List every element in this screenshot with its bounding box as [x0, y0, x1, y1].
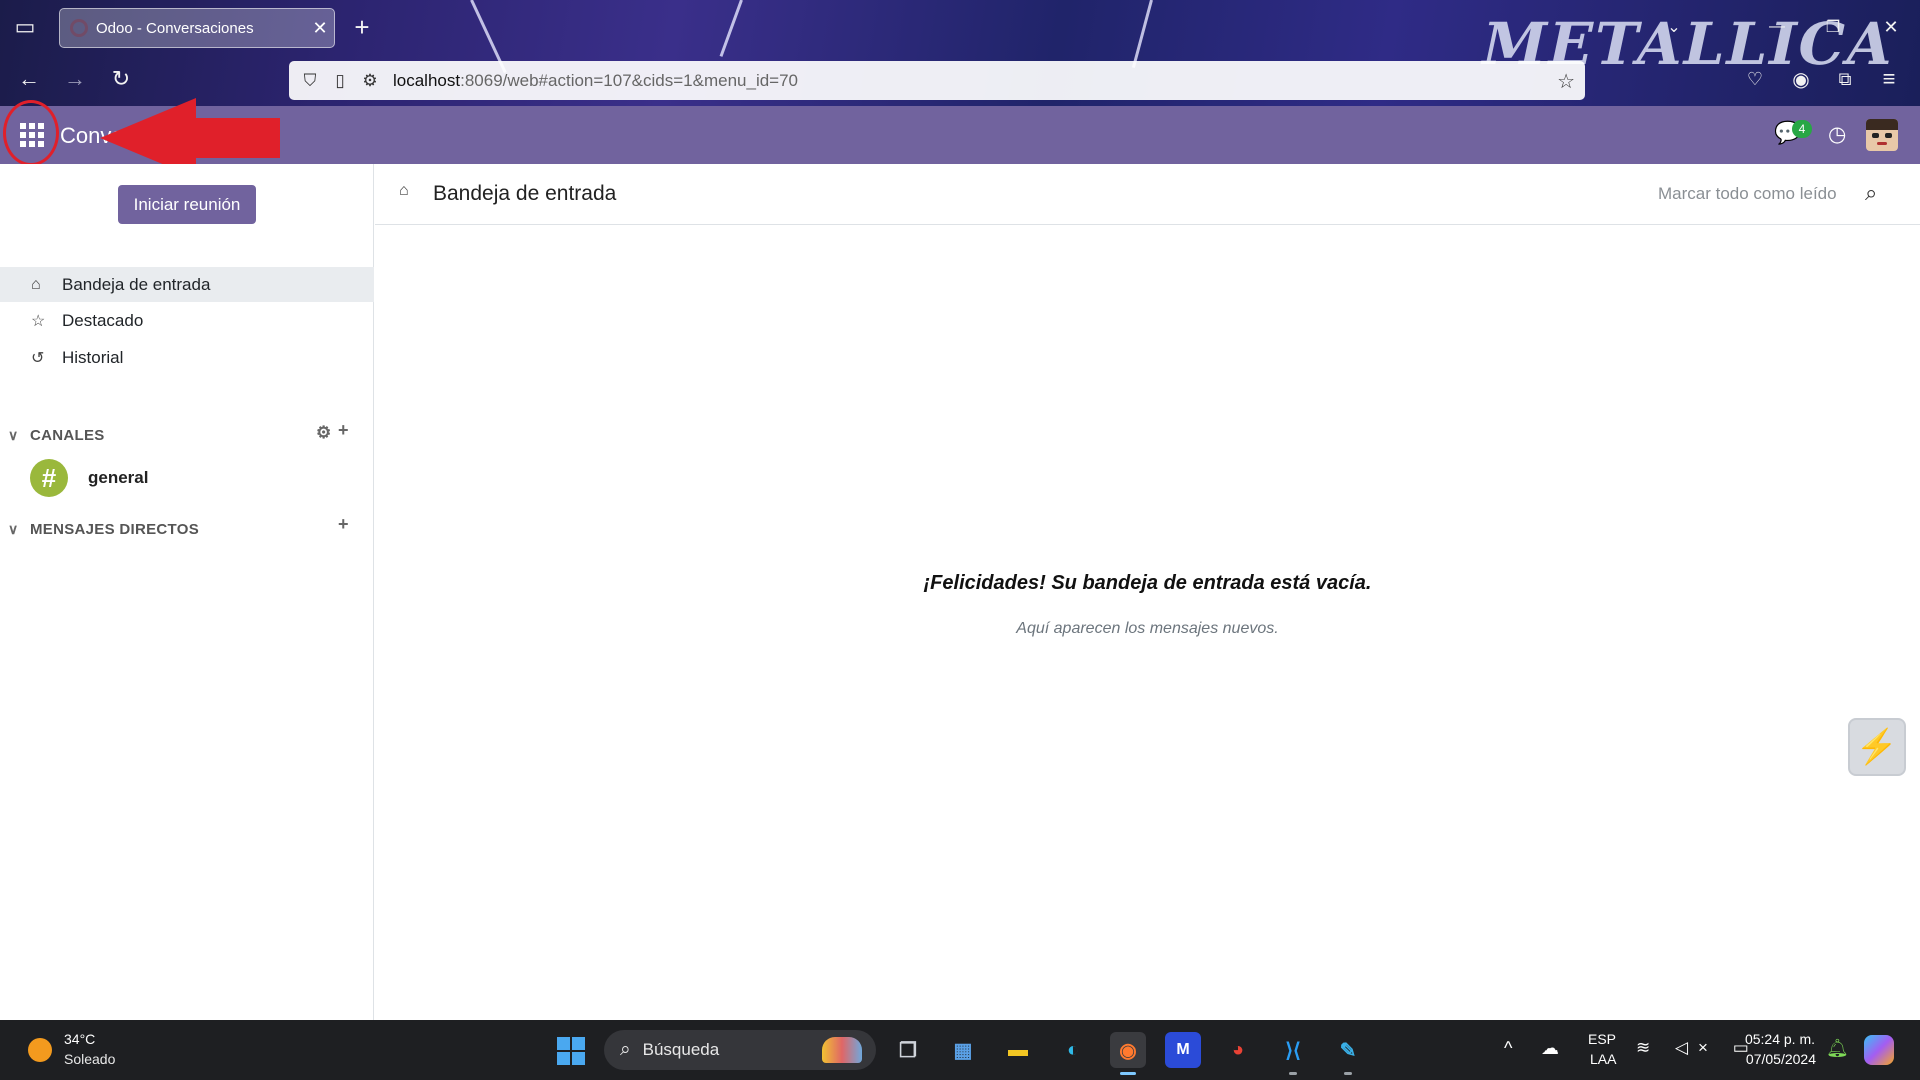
minimize-button[interactable]: — [1762, 12, 1792, 42]
mark-all-read-button[interactable]: Marcar todo como leído [1658, 184, 1837, 204]
add-direct-message-icon[interactable]: + [338, 514, 349, 535]
running-app-indicator [1344, 1072, 1352, 1075]
channel-item-general[interactable]: # general [0, 457, 374, 499]
account-icon[interactable]: ◉ [1786, 64, 1816, 94]
browser-chrome: METALLICA ▭ Odoo - Conversaciones ✕ + ⌄ … [0, 0, 1920, 106]
chrome-icon[interactable]: ◕ [1220, 1032, 1256, 1068]
search-highlight-image [822, 1037, 862, 1063]
odoo-navbar: Conve [0, 106, 1920, 164]
pocket-icon[interactable]: ♡ [1740, 64, 1770, 94]
discuss-sidebar: Iniciar reunión ⌂ Bandeja de entrada ☆ D… [0, 164, 374, 1020]
address-bar[interactable]: ⛉ ▯ ⚙ localhost:8069/web#action=107&cids… [289, 61, 1585, 100]
page-title: Bandeja de entrada [433, 182, 617, 205]
back-button[interactable]: ← [14, 64, 44, 94]
channel-name: general [88, 468, 149, 487]
channel-avatar: # [30, 459, 68, 497]
odoo-favicon-icon [70, 19, 88, 37]
tab-title: Odoo - Conversaciones [96, 19, 254, 37]
vscode-icon[interactable]: ⟩⟨ [1275, 1032, 1311, 1068]
onedrive-icon[interactable]: ☁ [1541, 1038, 1559, 1059]
sidebar-item-history[interactable]: ↺ Historial [0, 340, 374, 375]
tab-close-icon[interactable]: ✕ [306, 18, 334, 39]
clock-time[interactable]: 05:24 p. m. [1741, 1031, 1815, 1047]
direct-messages-category[interactable]: ∨ MENSAJES DIRECTOS [0, 516, 374, 542]
weather-description[interactable]: Soleado [64, 1051, 115, 1067]
notification-badge: 4 [1792, 120, 1812, 138]
chevron-down-icon: ∨ [8, 520, 19, 537]
discuss-main: ⌂ Bandeja de entrada Marcar todo como le… [375, 164, 1920, 1020]
search-icon: ⌕ [620, 1039, 631, 1060]
forward-button[interactable]: → [60, 64, 90, 94]
clock-date[interactable]: 07/05/2024 [1736, 1051, 1816, 1067]
running-app-indicator [1289, 1072, 1297, 1075]
url-path: :8069/web#action=107&cids=1&menu_id=70 [460, 70, 799, 90]
store-icon[interactable]: ▦ [945, 1032, 981, 1068]
close-window-button[interactable]: ✕ [1876, 12, 1906, 42]
inbox-icon: ⌂ [399, 182, 409, 199]
paint-app-icon[interactable]: ✎ [1330, 1032, 1366, 1068]
notification-bell-icon[interactable]: 🔔︎ [1826, 1038, 1849, 1059]
sidebar-item-starred[interactable]: ☆ Destacado [0, 303, 374, 338]
empty-inbox-title: ¡Felicidades! Su bandeja de entrada está… [923, 572, 1372, 594]
taskbar-search[interactable]: ⌕ Búsqueda [604, 1030, 876, 1070]
search-icon[interactable]: ⌕ [1865, 180, 1877, 206]
language-indicator[interactable]: ESP [1588, 1031, 1616, 1047]
keyboard-layout-indicator[interactable]: LAA [1590, 1051, 1616, 1067]
direct-messages-header: MENSAJES DIRECTOS [30, 520, 200, 538]
start-button[interactable] [557, 1037, 585, 1065]
start-meeting-button[interactable]: Iniciar reunión [118, 185, 256, 224]
weather-sun-icon[interactable] [28, 1038, 52, 1062]
sidebar-item-label: Bandeja de entrada [62, 274, 211, 294]
channel-settings-icon[interactable]: ⚙ [316, 423, 331, 443]
chevron-down-icon: ∨ [8, 426, 19, 443]
annotation-circle [3, 100, 59, 166]
sidebar-item-inbox[interactable]: ⌂ Bandeja de entrada [0, 267, 374, 302]
thread-header: ⌂ Bandeja de entrada Marcar todo como le… [375, 164, 1920, 225]
weather-temperature[interactable]: 34°C [64, 1031, 95, 1047]
history-icon: ↺ [31, 349, 45, 367]
bookmark-star-icon[interactable]: ☆ [1557, 69, 1575, 94]
page-icon[interactable]: ▯ [325, 71, 355, 91]
shield-icon[interactable]: ⛉ [295, 71, 325, 91]
user-avatar[interactable] [1866, 119, 1898, 151]
activity-clock-icon[interactable]: ◷ [1828, 122, 1846, 147]
task-view-icon[interactable]: ❐ [890, 1032, 926, 1068]
menu-icon[interactable]: ≡ [1874, 64, 1904, 94]
taskbar-search-placeholder: Búsqueda [642, 1040, 720, 1059]
firefox-icon[interactable]: ◉ [1110, 1032, 1146, 1068]
new-tab-button[interactable]: + [348, 12, 376, 42]
copilot-icon[interactable] [1864, 1035, 1894, 1065]
floating-widget-button[interactable]: ⚡ [1848, 718, 1906, 776]
edge-icon[interactable]: ◐ [1055, 1032, 1091, 1068]
inbox-icon: ⌂ [31, 275, 41, 293]
restore-button[interactable]: ❐ [1818, 12, 1848, 42]
site-info-icon[interactable]: ⚙ [355, 71, 385, 91]
add-channel-icon[interactable]: + [338, 420, 349, 441]
empty-inbox-subtitle: Aquí aparecen los mensajes nuevos. [1016, 620, 1279, 637]
browser-tab[interactable]: Odoo - Conversaciones ✕ [59, 8, 335, 48]
terminal-app-icon[interactable]: M [1165, 1032, 1201, 1068]
star-icon: ☆ [31, 312, 46, 330]
tab-bar: ▭ Odoo - Conversaciones ✕ + ⌄ — ❐ ✕ [0, 0, 1920, 54]
sidebar-item-label: Historial [62, 347, 124, 367]
show-hidden-icons-chevron[interactable]: ^ [1504, 1038, 1512, 1059]
file-explorer-icon[interactable]: ▬ [1000, 1032, 1036, 1068]
active-app-indicator [1120, 1072, 1136, 1075]
reload-button[interactable]: ↻ [106, 64, 136, 94]
sidebar-item-label: Destacado [62, 310, 144, 330]
url-host: localhost [393, 70, 461, 90]
tabs-dropdown-icon[interactable]: ⌄ [1660, 14, 1688, 40]
channels-header: CANALES [30, 426, 105, 444]
extensions-icon[interactable]: ⧉ [1830, 64, 1860, 94]
windows-taskbar: 34°C Soleado ⌕ Búsqueda ❐ ▦ ▬ ◐ ◉ M ◕ ⟩⟨… [0, 1020, 1920, 1080]
tab-list-icon[interactable]: ▭ [10, 14, 40, 40]
